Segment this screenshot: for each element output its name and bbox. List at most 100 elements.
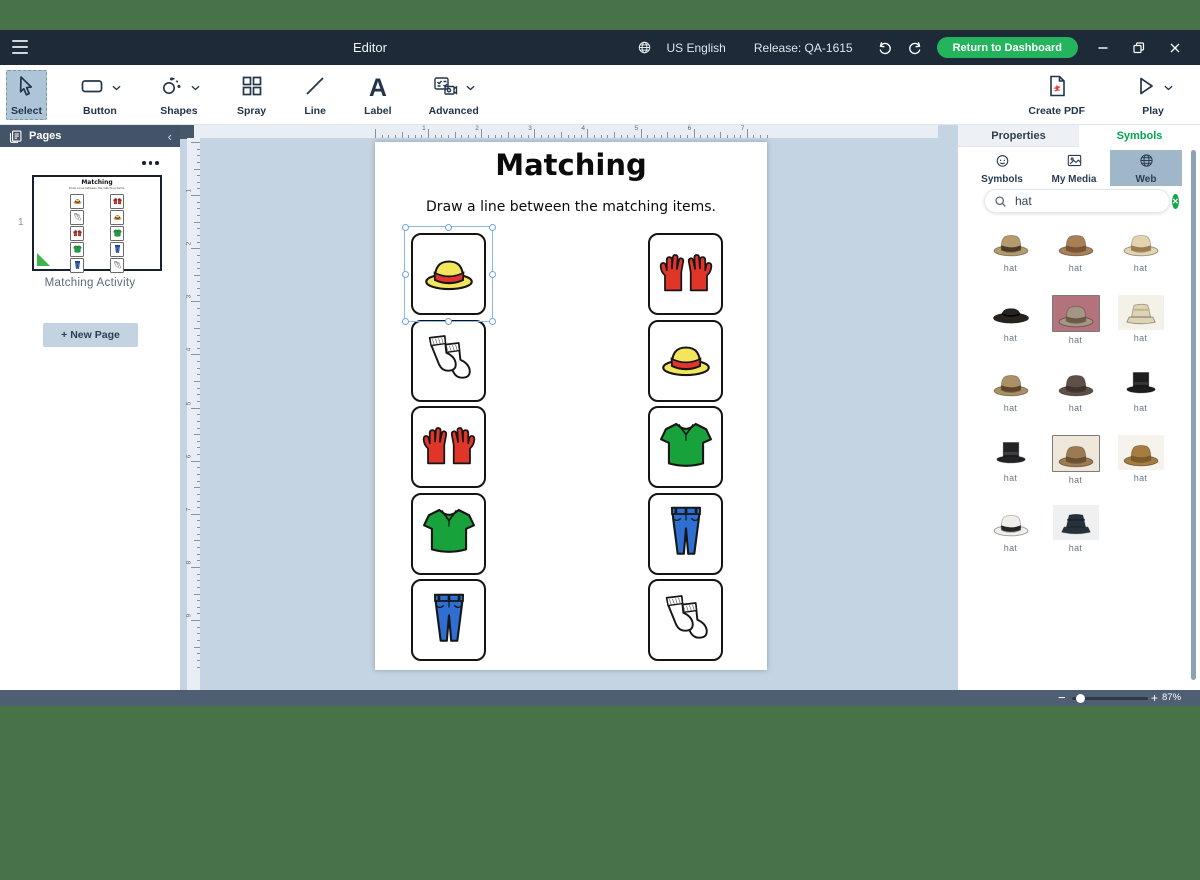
tool-line[interactable]: Line xyxy=(298,70,332,120)
minimize-icon[interactable] xyxy=(1092,37,1114,59)
hamburger-menu-icon[interactable] xyxy=(12,40,28,54)
page-thumbnail[interactable]: Matching Draw a line between the matchin… xyxy=(32,175,162,271)
redo-icon[interactable] xyxy=(907,40,923,56)
undo-icon[interactable] xyxy=(877,40,893,56)
match-item-left-hat[interactable] xyxy=(411,233,486,315)
ruler-tick xyxy=(587,129,588,138)
tab-properties[interactable]: Properties xyxy=(958,125,1079,147)
chevron-down-icon[interactable] xyxy=(466,85,475,91)
restore-window-icon[interactable] xyxy=(1128,37,1150,59)
media-icon xyxy=(1066,152,1083,172)
ruler-tick xyxy=(197,554,201,555)
match-item-right-gloves[interactable] xyxy=(648,233,723,315)
collapse-panel-icon[interactable]: ‹ xyxy=(168,129,172,144)
ruler-tick xyxy=(634,135,635,139)
ruler-tick xyxy=(197,633,201,634)
panel-scrollbar[interactable] xyxy=(1191,150,1196,680)
tool-create-pdf[interactable]: Create PDF xyxy=(1023,70,1090,120)
symbol-result-navy-bucket[interactable]: hat xyxy=(1053,505,1099,575)
page-number: 1 xyxy=(18,217,24,228)
language-label[interactable]: US English xyxy=(666,41,725,55)
ruler-tick xyxy=(191,142,200,143)
ruler-tick xyxy=(594,135,595,139)
match-item-right-shirt[interactable] xyxy=(648,406,723,488)
symbol-result-framed-gray-fedora[interactable]: hat xyxy=(1052,295,1100,365)
tool-shapes[interactable]: Shapes xyxy=(153,70,205,120)
search-input[interactable] xyxy=(1013,193,1172,209)
ruler-tick xyxy=(197,494,201,495)
return-to-dashboard-button[interactable]: Return to Dashboard xyxy=(937,37,1078,58)
match-item-right-hat[interactable] xyxy=(648,320,723,402)
worksheet-title[interactable]: Matching xyxy=(375,148,767,182)
symbol-result-black-top[interactable]: hat xyxy=(1118,365,1164,435)
zoom-in-icon[interactable]: + xyxy=(1151,690,1158,706)
symbol-result-tan-fedora-band[interactable]: hat xyxy=(988,365,1034,435)
symbol-result-cream-fedora[interactable]: hat xyxy=(1118,225,1164,295)
tool-button[interactable]: Button xyxy=(74,70,126,120)
new-page-button[interactable]: + New Page xyxy=(43,323,138,347)
clear-search-icon[interactable]: ✕ xyxy=(1172,194,1179,209)
chevron-down-icon[interactable] xyxy=(191,85,200,91)
ruler-tick xyxy=(197,215,201,216)
zoom-out-icon[interactable]: − xyxy=(1058,690,1066,706)
match-item-left-gloves[interactable] xyxy=(411,406,486,488)
selection-handle[interactable] xyxy=(489,271,496,278)
selection-handle[interactable] xyxy=(489,224,496,231)
selection-handle[interactable] xyxy=(402,224,409,231)
source-tab-symbols[interactable]: Symbols xyxy=(966,150,1038,186)
result-label: hat xyxy=(1134,263,1147,273)
tool-select[interactable]: Select xyxy=(6,70,47,120)
symbol-result-white-fedora[interactable]: hat xyxy=(988,505,1034,575)
worksheet-instruction[interactable]: Draw a line between the matching items. xyxy=(375,199,767,215)
ruler-tick xyxy=(574,135,575,139)
chevron-down-icon[interactable] xyxy=(112,85,121,91)
editor-canvas[interactable]: 1234567 123456789 Matching Draw a line b… xyxy=(180,125,958,690)
selection-handle[interactable] xyxy=(402,271,409,278)
h-ruler-number: 6 xyxy=(688,125,692,132)
chevron-down-icon[interactable] xyxy=(1164,85,1173,91)
symbol-result-cream-bucket[interactable]: hat xyxy=(1118,295,1164,365)
zoom-slider-thumb[interactable] xyxy=(1076,694,1085,703)
match-item-left-jeans[interactable] xyxy=(411,579,486,661)
match-item-right-jeans[interactable] xyxy=(648,493,723,575)
hat-image xyxy=(1118,435,1164,470)
match-item-right-socks[interactable] xyxy=(648,579,723,661)
h-ruler-number: 3 xyxy=(528,125,532,132)
result-label: hat xyxy=(1069,475,1082,485)
ruler-tick xyxy=(448,135,449,139)
selection-handle[interactable] xyxy=(445,224,452,231)
symbol-result-black-flat[interactable]: hat xyxy=(988,295,1034,365)
selection-handle[interactable] xyxy=(402,318,409,325)
tool-play[interactable]: Play xyxy=(1128,70,1178,120)
symbol-result-brown-fedora-light[interactable]: hat xyxy=(1118,435,1164,505)
symbol-result-brown-trilby[interactable]: hat xyxy=(1053,365,1099,435)
ruler-tick xyxy=(197,527,201,528)
ruler-tick xyxy=(194,434,200,435)
worksheet-page[interactable]: Matching Draw a line between the matchin… xyxy=(375,142,767,670)
symbol-result-black-top-2[interactable]: hat xyxy=(988,435,1034,505)
ruler-tick xyxy=(197,321,201,322)
match-item-left-socks[interactable] xyxy=(411,320,486,402)
tool-advanced[interactable]: Advanced xyxy=(424,70,484,120)
source-tab-my-media[interactable]: My Media xyxy=(1038,150,1110,186)
thumb-mini-socks xyxy=(110,258,124,273)
tool-spray[interactable]: Spray xyxy=(232,70,271,120)
match-item-left-shirt[interactable] xyxy=(411,493,486,575)
tab-symbols[interactable]: Symbols xyxy=(1079,125,1200,147)
result-label: hat xyxy=(1134,333,1147,343)
tool-label[interactable]: ALabel xyxy=(359,70,396,120)
ruler-tick xyxy=(700,135,701,139)
ruler-tick xyxy=(661,135,662,139)
symbol-result-brown-fedora[interactable]: hat xyxy=(1053,225,1099,295)
thumb-mini-gloves xyxy=(70,226,84,241)
close-icon[interactable] xyxy=(1164,37,1186,59)
symbol-result-tan-fedora[interactable]: hat xyxy=(988,225,1034,295)
symbol-result-framed-brown-fedora[interactable]: hat xyxy=(1052,435,1100,505)
selection-handle[interactable] xyxy=(489,318,496,325)
release-label: Release: QA-1615 xyxy=(754,41,853,55)
result-label: hat xyxy=(1004,263,1017,273)
ruler-tick xyxy=(197,361,201,362)
source-tab-web[interactable]: Web xyxy=(1110,150,1182,186)
ruler-tick xyxy=(720,132,721,138)
page-options-menu-icon[interactable] xyxy=(142,161,159,165)
